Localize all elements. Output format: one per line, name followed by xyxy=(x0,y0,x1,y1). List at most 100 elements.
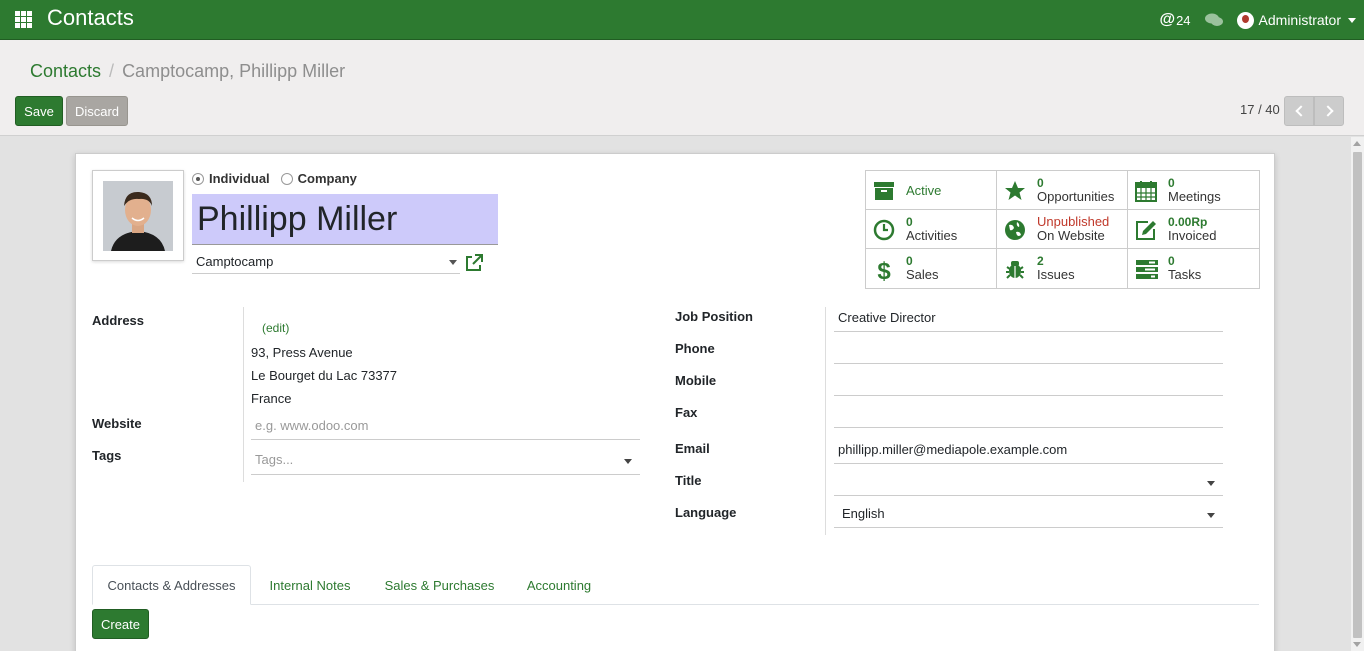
job-position-label: Job Position xyxy=(675,309,753,324)
tasks-label: Tasks xyxy=(1168,267,1202,282)
caret-down-icon xyxy=(624,459,632,464)
radio-individual[interactable] xyxy=(192,172,204,185)
user-menu[interactable]: Administrator xyxy=(1236,11,1356,29)
discard-button[interactable]: Discard xyxy=(66,96,128,126)
breadcrumb-separator: / xyxy=(109,61,115,81)
top-navbar: Contacts @ 24 Administrator xyxy=(0,0,1364,40)
caret-down-icon xyxy=(1207,513,1215,518)
invoiced-button[interactable]: 0.00Rp Invoiced xyxy=(1128,210,1259,249)
bug-icon xyxy=(1004,258,1026,280)
email-label: Email xyxy=(675,441,710,456)
email-input[interactable]: phillipp.miller@mediapole.example.com xyxy=(834,439,1223,464)
pager-next-button[interactable] xyxy=(1314,96,1344,126)
scroll-down-arrow-icon[interactable] xyxy=(1353,642,1361,647)
invoiced-amount: 0.00Rp xyxy=(1168,215,1208,229)
contact-name-input[interactable]: Phillipp Miller xyxy=(192,194,498,245)
tasks-button[interactable]: 0 Tasks xyxy=(1128,249,1259,288)
smart-buttons-box: Active 0 Opportunities 0 Meetings 0 Activit… xyxy=(865,170,1260,289)
pager-value[interactable]: 17 / 40 xyxy=(1240,102,1280,117)
title-label: Title xyxy=(675,473,702,488)
language-label: Language xyxy=(675,505,737,520)
vertical-scrollbar[interactable] xyxy=(1351,137,1364,651)
tab-internal-notes[interactable]: Internal Notes xyxy=(258,565,362,605)
activities-button[interactable]: 0 Activities xyxy=(866,210,997,249)
form-sheet: Individual Company Phillipp Miller Campt… xyxy=(75,153,1275,651)
save-button[interactable]: Save xyxy=(15,96,63,126)
caret-down-icon xyxy=(449,260,457,265)
create-contact-button[interactable]: Create xyxy=(92,609,149,639)
chevron-right-icon xyxy=(1321,105,1334,117)
navbar-systray: @ 24 Administrator xyxy=(1159,0,1356,40)
contact-avatar[interactable] xyxy=(92,170,184,261)
meetings-label: Meetings xyxy=(1168,189,1221,204)
right-group-divider xyxy=(825,307,826,535)
address-city-zip[interactable]: Le Bourget du Lac 73377 xyxy=(251,368,397,383)
issues-label: Issues xyxy=(1037,267,1075,282)
globe-icon xyxy=(1004,219,1026,241)
chat-icon[interactable] xyxy=(1204,13,1223,27)
edit-icon xyxy=(1135,219,1157,241)
opportunities-button[interactable]: 0 Opportunities xyxy=(997,171,1128,210)
control-panel: Contacts / Camptocamp, Phillipp Miller S… xyxy=(0,40,1364,136)
title-select[interactable] xyxy=(834,471,1223,496)
mobile-input[interactable] xyxy=(834,371,1223,396)
issues-count: 2 xyxy=(1037,254,1044,268)
mentions-button[interactable]: @ 24 xyxy=(1159,11,1190,29)
pager-previous-button[interactable] xyxy=(1284,96,1314,126)
breadcrumb-current: Camptocamp, Phillipp Miller xyxy=(122,61,346,81)
clock-icon xyxy=(873,219,895,241)
breadcrumb: Contacts / Camptocamp, Phillipp Miller xyxy=(30,61,345,82)
chevron-left-icon xyxy=(1294,105,1307,117)
website-input[interactable]: e.g. www.odoo.com xyxy=(251,415,640,440)
activities-label: Activities xyxy=(906,228,958,243)
website-publish-button[interactable]: Unpublished On Website xyxy=(997,210,1128,249)
website-status: Unpublished xyxy=(1037,214,1110,229)
issues-button[interactable]: 2 Issues xyxy=(997,249,1128,288)
website-label: On Website xyxy=(1037,228,1105,243)
fax-label: Fax xyxy=(675,405,698,420)
tab-accounting[interactable]: Accounting xyxy=(517,565,601,605)
website-label: Website xyxy=(92,416,142,431)
tab-sales-purchases[interactable]: Sales & Purchases xyxy=(375,565,504,605)
sales-button[interactable]: $ 0 Sales xyxy=(866,249,997,288)
tags-input[interactable]: Tags... xyxy=(251,449,640,475)
company-select[interactable]: Camptocamp xyxy=(192,251,460,274)
at-icon: @ xyxy=(1159,11,1176,28)
external-link-icon[interactable] xyxy=(464,253,484,273)
caret-down-icon xyxy=(1207,481,1215,486)
phone-label: Phone xyxy=(675,341,715,356)
mentions-count: 24 xyxy=(1176,12,1191,28)
address-country[interactable]: France xyxy=(251,391,291,406)
opportunities-label: Opportunities xyxy=(1037,189,1115,204)
apps-menu-icon[interactable] xyxy=(15,11,32,28)
caret-down-icon xyxy=(1348,17,1356,23)
radio-individual-label[interactable]: Individual xyxy=(209,171,270,186)
phone-input[interactable] xyxy=(834,339,1223,364)
app-title: Contacts xyxy=(47,5,134,30)
sales-count: 0 xyxy=(906,254,913,268)
archive-icon xyxy=(873,180,895,202)
opportunities-count: 0 xyxy=(1037,176,1044,190)
job-position-input[interactable]: Creative Director xyxy=(834,307,1223,332)
breadcrumb-contacts-link[interactable]: Contacts xyxy=(30,61,101,82)
address-street[interactable]: 93, Press Avenue xyxy=(251,345,353,360)
radio-company-label[interactable]: Company xyxy=(298,171,357,186)
tags-label: Tags xyxy=(92,448,122,463)
company-value: Camptocamp xyxy=(196,254,274,269)
active-toggle-button[interactable]: Active xyxy=(866,171,997,210)
tasks-count: 0 xyxy=(1168,254,1175,268)
language-select[interactable]: English xyxy=(834,503,1223,528)
tasks-icon xyxy=(1135,258,1158,280)
mobile-label: Mobile xyxy=(675,373,717,388)
calendar-icon xyxy=(1135,180,1157,202)
user-name: Administrator xyxy=(1258,12,1341,28)
scrollbar-thumb[interactable] xyxy=(1353,152,1362,638)
radio-company[interactable] xyxy=(280,172,293,185)
fax-input[interactable] xyxy=(834,403,1223,428)
meetings-button[interactable]: 0 Meetings xyxy=(1128,171,1259,210)
tab-contacts-addresses[interactable]: Contacts & Addresses xyxy=(92,565,251,605)
meetings-count: 0 xyxy=(1168,176,1175,190)
scroll-up-arrow-icon[interactable] xyxy=(1353,141,1361,146)
notebook-tabs: Contacts & Addresses Internal Notes Sale… xyxy=(92,565,1259,605)
address-edit-link[interactable]: (edit) xyxy=(262,321,289,335)
